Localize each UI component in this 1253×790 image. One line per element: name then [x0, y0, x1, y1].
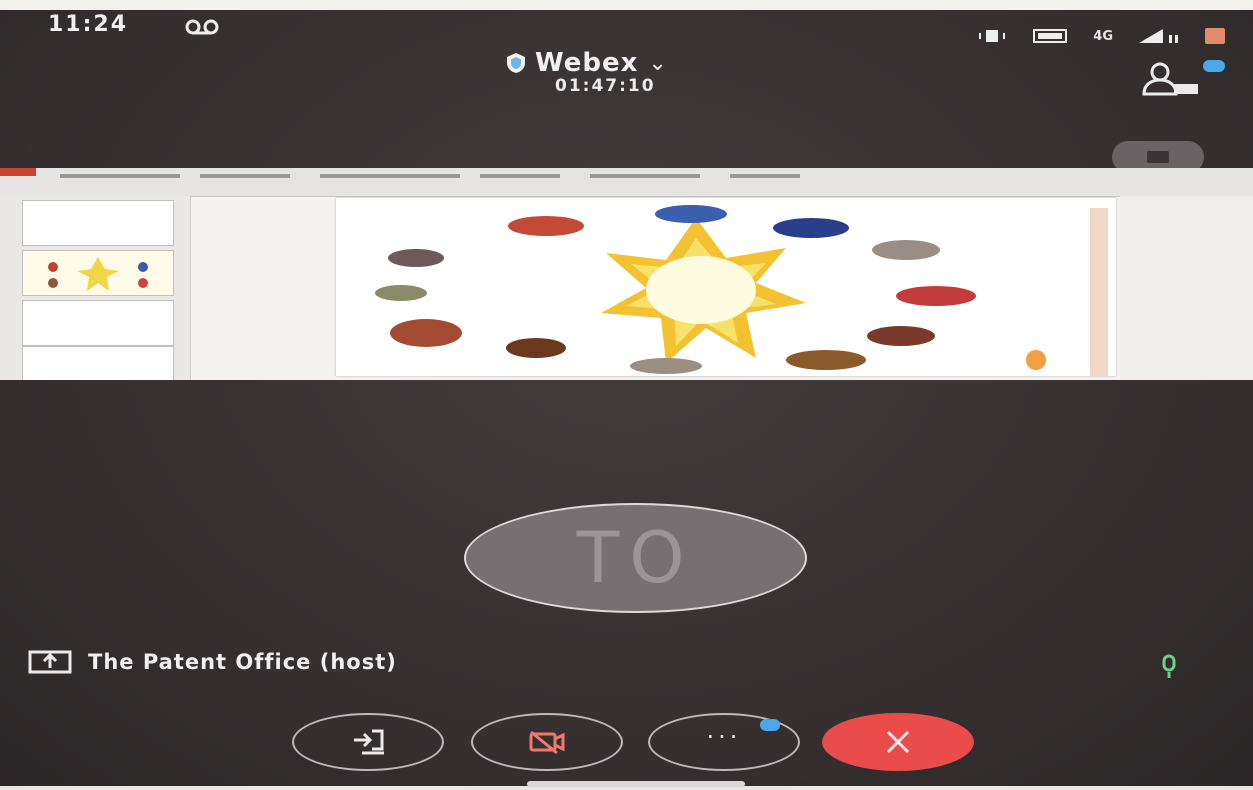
participant-avatar: TO [464, 503, 807, 613]
close-icon [886, 730, 910, 754]
notes-pane [1120, 196, 1253, 380]
layout-icon [1147, 151, 1169, 163]
status-icons: 4G [977, 28, 1225, 44]
home-indicator[interactable] [527, 781, 745, 787]
more-icon: ··· [706, 723, 742, 751]
meeting-timer: 01:47:10 [555, 76, 656, 96]
presentation-slide [336, 198, 1116, 376]
avatar-initials: TO [576, 517, 695, 599]
vibrate-icon [979, 30, 1006, 42]
video-toggle-button[interactable] [471, 713, 623, 771]
status-time: 11:24 [48, 12, 129, 37]
slide-thumbnails [0, 196, 191, 380]
signal-icon [1139, 29, 1178, 43]
more-badge [760, 719, 780, 731]
chevron-down-icon: ⌄ [648, 50, 667, 76]
meeting-name: Webex [535, 48, 639, 78]
share-content-icon [354, 729, 384, 755]
network-type: 4G [1093, 28, 1113, 44]
meeting-title[interactable]: Webex ⌄ [505, 48, 667, 78]
more-options-button[interactable]: ··· [648, 713, 800, 771]
participants-icon[interactable] [1130, 58, 1208, 98]
voicemail-icon [185, 19, 219, 35]
volte-icon [1033, 29, 1068, 43]
status-bar: 11:24 4G [0, 8, 1253, 48]
active-speaker-icon [1162, 654, 1176, 678]
battery-icon [1205, 28, 1225, 44]
app-ribbon [0, 168, 1253, 197]
share-button[interactable] [292, 713, 444, 771]
participants-badge [1203, 60, 1225, 72]
screen-share-icon [28, 650, 72, 674]
end-call-button[interactable] [822, 713, 974, 771]
presenter-info: The Patent Office (host) [28, 650, 397, 674]
video-off-icon [529, 730, 565, 755]
shield-icon [507, 53, 525, 73]
shared-content[interactable] [0, 168, 1253, 380]
presenter-label: The Patent Office (host) [88, 650, 397, 674]
